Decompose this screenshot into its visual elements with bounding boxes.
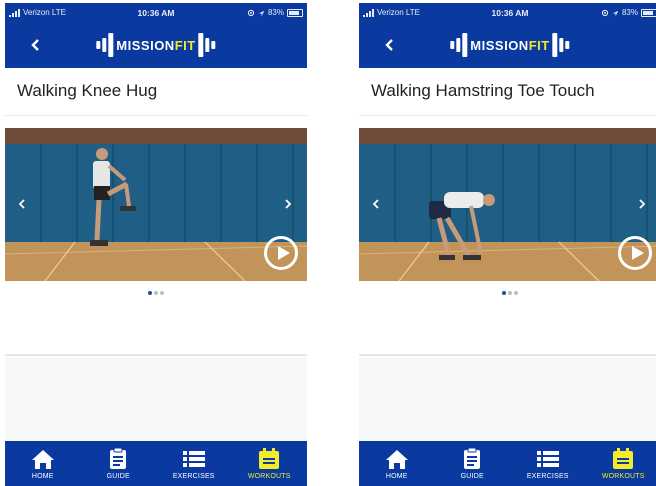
navigation-arrow-icon bbox=[258, 10, 265, 16]
previous-slide-button[interactable] bbox=[15, 194, 29, 214]
status-bar: Verizon LTE 10:36 AM 83% bbox=[5, 3, 307, 23]
back-button[interactable] bbox=[26, 33, 46, 57]
next-slide-button[interactable] bbox=[635, 194, 649, 214]
play-icon[interactable] bbox=[618, 236, 652, 270]
tab-label: WORKOUTS bbox=[601, 473, 645, 480]
battery-percent: 83% bbox=[267, 8, 284, 17]
content-panel bbox=[359, 357, 656, 441]
calendar-icon bbox=[611, 448, 635, 470]
tab-exercises[interactable]: EXERCISES bbox=[510, 441, 586, 486]
chevron-left-icon bbox=[31, 39, 39, 51]
tab-home[interactable]: HOME bbox=[359, 441, 435, 486]
exercise-title: Walking Hamstring Toe Touch bbox=[371, 81, 595, 100]
chevron-left-icon bbox=[18, 199, 25, 209]
next-slide-button[interactable] bbox=[281, 194, 295, 214]
list-icon bbox=[536, 448, 560, 470]
phone-screen-2: Verizon LTE 10:36 AM 83% MISSIONFIT Walk… bbox=[359, 3, 656, 486]
chevron-right-icon bbox=[285, 199, 292, 209]
status-bar: Verizon LTE 10:36 AM 83% bbox=[359, 3, 656, 23]
tab-guide[interactable]: GUIDE bbox=[435, 441, 511, 486]
carousel-page-indicator bbox=[5, 288, 307, 295]
exercise-video[interactable] bbox=[359, 128, 656, 281]
page-dot bbox=[508, 291, 512, 295]
dumbbell-right-icon bbox=[198, 33, 216, 57]
tab-label: EXERCISES bbox=[526, 473, 569, 480]
top-nav-bar: MISSIONFIT bbox=[359, 23, 656, 68]
chevron-right-icon bbox=[639, 199, 646, 209]
chevron-left-icon bbox=[372, 199, 379, 209]
logo-text: MISSIONFIT bbox=[116, 37, 196, 53]
location-icon bbox=[601, 9, 609, 17]
list-icon bbox=[182, 448, 206, 470]
dumbbell-left-icon bbox=[96, 33, 114, 57]
tab-label: HOME bbox=[31, 473, 54, 480]
divider bbox=[5, 115, 307, 116]
battery-icon bbox=[287, 9, 303, 17]
tab-label: EXERCISES bbox=[172, 473, 215, 480]
divider bbox=[5, 354, 307, 356]
missionfit-logo: MISSIONFIT bbox=[450, 31, 570, 59]
clipboard-icon bbox=[460, 448, 484, 470]
home-icon bbox=[385, 448, 409, 470]
tab-label: GUIDE bbox=[106, 473, 130, 480]
back-button[interactable] bbox=[380, 33, 400, 57]
previous-slide-button[interactable] bbox=[369, 194, 383, 214]
location-icon bbox=[247, 9, 255, 17]
battery-status: 83% bbox=[247, 3, 303, 23]
page-dot bbox=[154, 291, 158, 295]
chevron-left-icon bbox=[385, 39, 393, 51]
play-icon[interactable] bbox=[264, 236, 298, 270]
battery-status: 83% bbox=[601, 3, 656, 23]
tab-workouts[interactable]: WORKOUTS bbox=[586, 441, 656, 486]
tab-home[interactable]: HOME bbox=[5, 441, 81, 486]
missionfit-logo: MISSIONFIT bbox=[96, 31, 216, 59]
gym-scene-knee-hug bbox=[5, 128, 307, 281]
divider bbox=[359, 354, 656, 356]
divider bbox=[359, 115, 656, 116]
bottom-tab-bar: HOME GUIDE EXERCISES WORKOUTS bbox=[5, 441, 307, 486]
dumbbell-left-icon bbox=[450, 33, 468, 57]
tab-label: HOME bbox=[385, 473, 408, 480]
carousel-page-indicator bbox=[359, 288, 656, 295]
tab-label: GUIDE bbox=[460, 473, 484, 480]
home-icon bbox=[31, 448, 55, 470]
tab-workouts[interactable]: WORKOUTS bbox=[232, 441, 308, 486]
exercise-video[interactable] bbox=[5, 128, 307, 281]
top-nav-bar: MISSIONFIT bbox=[5, 23, 307, 68]
tab-label: WORKOUTS bbox=[247, 473, 291, 480]
page-dot bbox=[514, 291, 518, 295]
tab-guide[interactable]: GUIDE bbox=[81, 441, 157, 486]
phone-screen-1: Verizon LTE 10:36 AM 83% MISSIONFIT Walk… bbox=[5, 3, 307, 486]
dumbbell-right-icon bbox=[552, 33, 570, 57]
exercise-title: Walking Knee Hug bbox=[17, 81, 158, 100]
clipboard-icon bbox=[106, 448, 130, 470]
navigation-arrow-icon bbox=[612, 10, 619, 16]
bottom-tab-bar: HOME GUIDE EXERCISES WORKOUTS bbox=[359, 441, 656, 486]
page-dot bbox=[160, 291, 164, 295]
calendar-icon bbox=[257, 448, 281, 470]
content-panel bbox=[5, 357, 307, 441]
page-dot-active bbox=[502, 291, 506, 295]
battery-percent: 83% bbox=[621, 8, 638, 17]
logo-text: MISSIONFIT bbox=[470, 37, 550, 53]
page-dot-active bbox=[148, 291, 152, 295]
battery-icon bbox=[641, 9, 656, 17]
gym-scene-hamstring-toe-touch bbox=[359, 128, 656, 281]
tab-exercises[interactable]: EXERCISES bbox=[156, 441, 232, 486]
